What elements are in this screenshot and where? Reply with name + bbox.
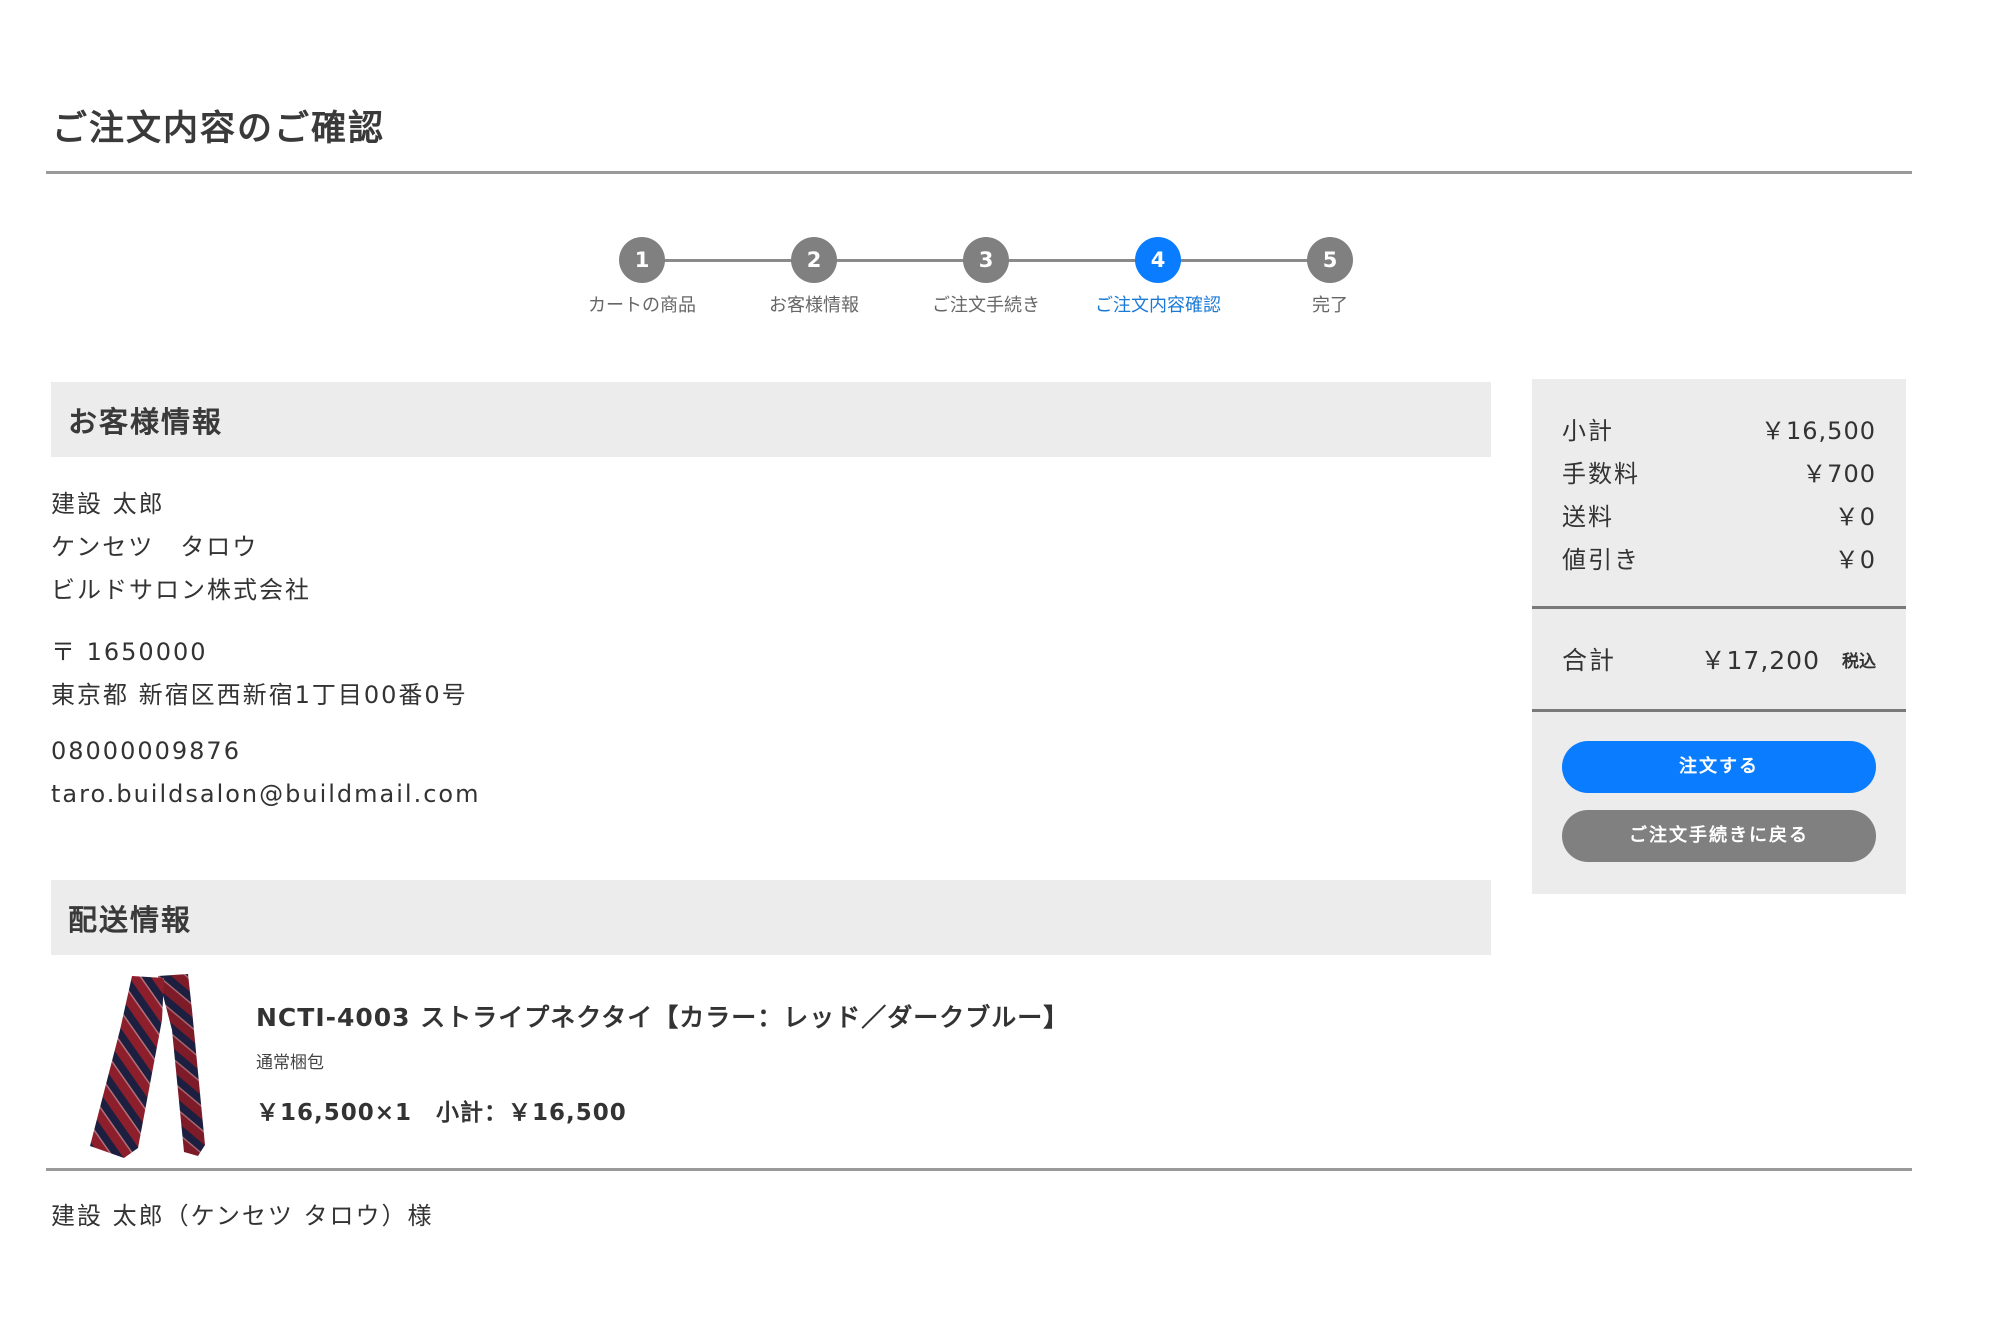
shipping-info-heading: 配送情報 xyxy=(68,903,193,937)
summary-divider xyxy=(1532,709,1906,712)
step-number: 2 xyxy=(791,237,837,283)
total-value: ￥17,200 xyxy=(1700,646,1820,675)
step-cart: 1 カートの商品 xyxy=(542,235,742,317)
shipping-divider xyxy=(46,1168,1912,1171)
product-name: NCTI-4003 ストライプネクタイ【カラー：レッド／ダークブルー】 xyxy=(256,1003,1070,1032)
summary-row-shipping: 送料 ￥0 xyxy=(1562,497,1876,533)
customer-company: ビルドサロン株式会社 xyxy=(51,576,311,604)
customer-address: 東京都 新宿区西新宿1丁目00番0号 xyxy=(51,681,468,709)
summary-total: 合計 ￥17,200 税込 xyxy=(1562,641,1876,681)
summary-row-subtotal: 小計 ￥16,500 xyxy=(1562,411,1876,447)
step-number: 5 xyxy=(1307,237,1353,283)
shipping-recipient: 建設 太郎（ケンセツ タロウ）様 xyxy=(51,1202,434,1230)
step-checkout: 3 ご注文手続き xyxy=(886,235,1086,317)
summary-label: 送料 xyxy=(1562,503,1614,531)
back-to-checkout-button[interactable]: ご注文手続きに戻る xyxy=(1562,810,1876,862)
step-customer-info: 2 お客様情報 xyxy=(714,235,914,317)
summary-label: 手数料 xyxy=(1562,460,1640,488)
summary-label: 値引き xyxy=(1562,546,1640,574)
product-unit-price-qty: ￥16,500×1 xyxy=(256,1100,413,1126)
checkout-stepper: 1 カートの商品 2 お客様情報 3 ご注文手続き 4 ご注文内容確認 5 完了 xyxy=(0,235,2000,325)
step-label-active: ご注文内容確認 xyxy=(1095,295,1221,316)
customer-email: taro.buildsalon@buildmail.com xyxy=(51,780,481,808)
customer-info-heading: お客様情報 xyxy=(68,405,224,439)
summary-value: ￥0 xyxy=(1834,546,1876,574)
page-title: ご注文内容のご確認 xyxy=(52,109,386,149)
summary-row-fee: 手数料 ￥700 xyxy=(1562,454,1876,490)
customer-name-kana: ケンセツ タロウ xyxy=(51,533,259,561)
step-number-active: 4 xyxy=(1135,237,1181,283)
step-number: 1 xyxy=(619,237,665,283)
summary-row-discount: 値引き ￥0 xyxy=(1562,540,1876,576)
step-confirm: 4 ご注文内容確認 xyxy=(1058,235,1258,317)
step-label: カートの商品 xyxy=(588,295,696,316)
product-price-line: ￥16,500×1 小計：￥16,500 xyxy=(256,1093,627,1127)
customer-name: 建設 太郎 xyxy=(51,490,165,518)
tax-included-note: 税込 xyxy=(1842,652,1876,672)
customer-postal-code: 〒 1650000 xyxy=(51,638,208,666)
step-label: ご注文手続き xyxy=(932,295,1040,316)
order-confirmation-page: ご注文内容のご確認 1 カートの商品 2 お客様情報 3 ご注文手続き 4 ご注… xyxy=(0,0,2000,1332)
step-label: 完了 xyxy=(1312,295,1348,316)
summary-label: 小計 xyxy=(1562,417,1614,445)
summary-value: ￥0 xyxy=(1834,503,1876,531)
summary-value: ￥16,500 xyxy=(1761,417,1876,445)
summary-value: ￥700 xyxy=(1802,460,1876,488)
step-complete: 5 完了 xyxy=(1230,235,1430,317)
product-packing: 通常梱包 xyxy=(256,1053,324,1073)
summary-divider xyxy=(1532,606,1906,609)
customer-info-header: お客様情報 xyxy=(51,382,1491,457)
customer-phone: 08000009876 xyxy=(51,737,241,765)
shipping-info-header: 配送情報 xyxy=(51,880,1491,955)
order-summary-panel: 小計 ￥16,500 手数料 ￥700 送料 ￥0 値引き ￥0 合計 ￥17,… xyxy=(1532,379,1906,894)
striped-necktie-image xyxy=(80,970,230,1160)
step-label: お客様情報 xyxy=(769,295,859,316)
title-divider xyxy=(46,171,1912,174)
product-subtotal: 小計：￥16,500 xyxy=(436,1100,627,1126)
step-number: 3 xyxy=(963,237,1009,283)
place-order-button[interactable]: 注文する xyxy=(1562,741,1876,793)
total-label: 合計 xyxy=(1562,646,1617,675)
